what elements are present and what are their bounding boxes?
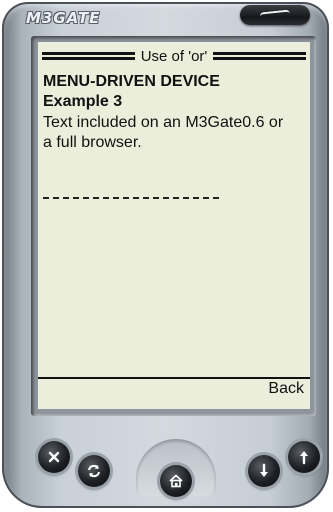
heading-secondary: Example 3 (43, 93, 123, 110)
power-button[interactable] (240, 5, 310, 25)
page-title: Use of 'or' (140, 47, 208, 65)
arrow-up-icon (300, 451, 308, 465)
close-icon (48, 451, 60, 463)
back-softkey[interactable]: Back (268, 380, 304, 398)
close-button[interactable] (38, 441, 70, 473)
home-icon (169, 474, 183, 488)
body-text: Text included on an M3Gate0.6 or a full … (43, 114, 284, 151)
brand-logo: M3GATE (26, 9, 101, 27)
softkey-divider (38, 377, 310, 379)
device-frame: M3GATE Use of 'or' MENU-DRIVEN DEVICE Ex… (2, 2, 329, 508)
power-glint (259, 9, 291, 22)
up-button[interactable] (288, 441, 320, 473)
refresh-button[interactable] (78, 455, 110, 487)
home-button[interactable] (160, 465, 192, 497)
arrow-down-icon (260, 463, 268, 477)
hardware-button-panel (16, 427, 320, 497)
title-rule-right (213, 52, 306, 60)
down-button[interactable] (248, 455, 280, 487)
title-rule-left (42, 52, 135, 60)
screen: Use of 'or' MENU-DRIVEN DEVICE Example 3… (38, 42, 310, 409)
heading-primary: MENU-DRIVEN DEVICE (43, 73, 220, 90)
title-bar: Use of 'or' (42, 47, 306, 65)
refresh-icon (88, 464, 100, 478)
dashed-divider (43, 197, 219, 199)
